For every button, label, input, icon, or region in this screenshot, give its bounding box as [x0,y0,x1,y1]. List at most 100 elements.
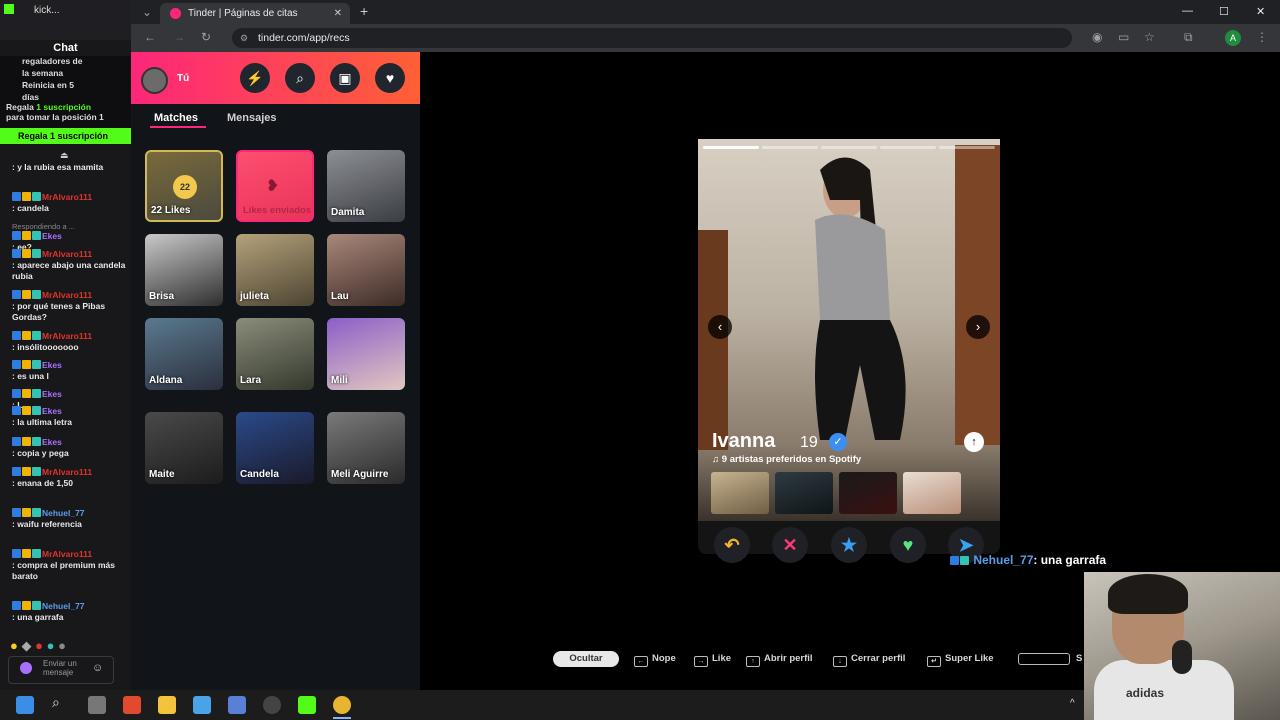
match-card[interactable]: Lau [327,234,405,306]
chat-username[interactable]: Ekes [42,360,62,370]
site-info-icon[interactable]: ⚙ [240,28,248,48]
match-card[interactable]: Damita [327,150,405,222]
chat-username[interactable]: Ekes [42,231,62,241]
badge-icon [12,389,21,398]
likes-sent-card[interactable]: ❥ Likes enviados [236,150,314,222]
menu-icon[interactable]: ⋮ [1256,30,1268,44]
match-card[interactable]: Brisa [145,234,223,306]
chat-username[interactable]: MrAlvaro111 [42,290,92,300]
chat-username[interactable]: Ekes [42,437,62,447]
chat-username[interactable]: MrAlvaro111 [42,249,92,259]
gift-line: la semana [22,68,64,78]
hide-shortcuts-button[interactable]: Ocultar [553,651,619,667]
chat-username[interactable]: MrAlvaro111 [42,331,92,341]
badge-icon [22,437,31,446]
stream-overlay-message: Nehuel_77: una garrafa [950,553,1106,567]
match-card[interactable]: Meli Aguirre [327,412,405,484]
like-button[interactable]: ♥ [890,527,926,563]
url-bar[interactable]: ⚙ tinder.com/app/recs [232,28,1072,48]
chat-message-text: : es una l [12,371,49,381]
spotify-artist-thumb[interactable] [839,472,897,514]
match-card[interactable]: Maite [145,412,223,484]
emote-bar[interactable]: ● ◆ ● ● ● [10,638,66,654]
user-avatar-icon[interactable] [20,662,32,674]
match-card[interactable]: Lara [236,318,314,390]
explore-icon[interactable]: ⌕ [285,63,315,93]
next-photo-icon[interactable]: › [966,315,990,339]
chat-window-tabs[interactable]: kick... [4,4,60,16]
spotify-label: 9 artistas preferidos en Spotify [721,454,862,465]
chat-tab-label[interactable]: kick... [34,5,60,16]
chat-username[interactable]: Ekes [42,406,62,416]
match-card[interactable]: Mili [327,318,405,390]
calculator-icon[interactable] [228,696,246,714]
nope-button[interactable]: ✕ [772,527,808,563]
chat-username[interactable]: Nehuel_77 [42,601,85,611]
shortcut-super-like: ↵ Super Like [927,653,994,667]
chat-username[interactable]: MrAlvaro111 [42,192,92,202]
store-icon[interactable] [193,696,211,714]
match-card[interactable]: julieta [236,234,314,306]
tray-chevron-icon[interactable]: ^ [1070,698,1075,709]
likes-card[interactable]: 22 22 Likes [145,150,223,222]
verified-badge-icon: ✓ [829,433,847,451]
badge-icon [12,192,21,201]
new-tab-icon[interactable]: + [360,3,368,19]
photo-progress-bar [880,146,936,149]
search-icon[interactable]: ⌕ [52,694,60,711]
task-view-icon[interactable] [88,696,106,714]
extensions-icon[interactable]: ⧉ [1184,30,1193,45]
obs-icon[interactable] [263,696,281,714]
profile-avatar[interactable]: A [1225,30,1241,46]
match-card[interactable]: Aldana [145,318,223,390]
close-tab-icon[interactable]: ✕ [334,3,342,24]
badge-icon [12,406,21,415]
chrome-icon[interactable] [333,696,351,714]
chat-username[interactable]: MrAlvaro111 [42,549,92,559]
spotify-artist-thumb[interactable] [775,472,833,514]
tab-list-icon[interactable]: ⌄ [142,5,152,19]
tinder-favicon-icon [170,8,181,19]
chat-message-text: : por qué tenes a Pibas Gordas? [12,301,106,322]
rewind-button[interactable]: ↶ [714,527,750,563]
back-icon[interactable]: ← [144,30,156,44]
gift-subscription-button[interactable]: Regala 1 suscripción [0,128,131,144]
open-profile-icon[interactable]: ↑ [964,432,984,452]
pin-icon[interactable]: ⏏ [60,150,69,161]
safety-shield-icon[interactable]: ♥ [375,63,405,93]
prev-photo-icon[interactable]: ‹ [708,315,732,339]
photo-progress-bars [703,146,995,149]
cast-icon[interactable]: ▭ [1118,30,1129,44]
boost-icon[interactable]: ⚡ [240,63,270,93]
my-avatar[interactable] [141,67,168,94]
chat-username[interactable]: MrAlvaro111 [42,467,92,477]
location-icon[interactable]: ◉ [1092,30,1102,44]
tab-matches[interactable]: Matches [154,112,198,124]
bookmark-star-icon[interactable]: ☆ [1144,30,1155,44]
chat-username[interactable]: Nehuel_77 [42,508,85,518]
tab-mensajes[interactable]: Mensajes [227,112,277,124]
kick-app-icon[interactable] [298,696,316,714]
url-text: tinder.com/app/recs [258,32,350,44]
match-card[interactable]: Candela [236,412,314,484]
reload-icon[interactable]: ↻ [201,30,211,44]
badge-icon [32,331,41,340]
spotify-artist-thumb[interactable] [903,472,961,514]
super-like-button[interactable]: ★ [831,527,867,563]
briefcase-icon[interactable]: ▣ [330,63,360,93]
badge-icon [12,290,21,299]
brave-icon[interactable] [123,696,141,714]
match-name: Damita [331,207,365,218]
close-window-icon[interactable]: ✕ [1256,5,1265,18]
spotify-artist-thumb[interactable] [711,472,769,514]
browser-tab-tinder[interactable]: Tinder | Páginas de citas ✕ [160,3,350,24]
minimize-icon[interactable]: — [1182,5,1193,17]
file-explorer-icon[interactable] [158,696,176,714]
my-profile-label[interactable]: Tú [177,73,189,84]
chat-username[interactable]: Ekes [42,389,62,399]
forward-icon[interactable]: → [173,30,185,44]
maximize-icon[interactable]: ☐ [1219,5,1229,18]
shortcut-close-profile: ↓ Cerrar perfil [833,653,905,667]
emoji-icon[interactable]: ☺ [92,662,103,674]
start-icon[interactable] [16,696,34,714]
